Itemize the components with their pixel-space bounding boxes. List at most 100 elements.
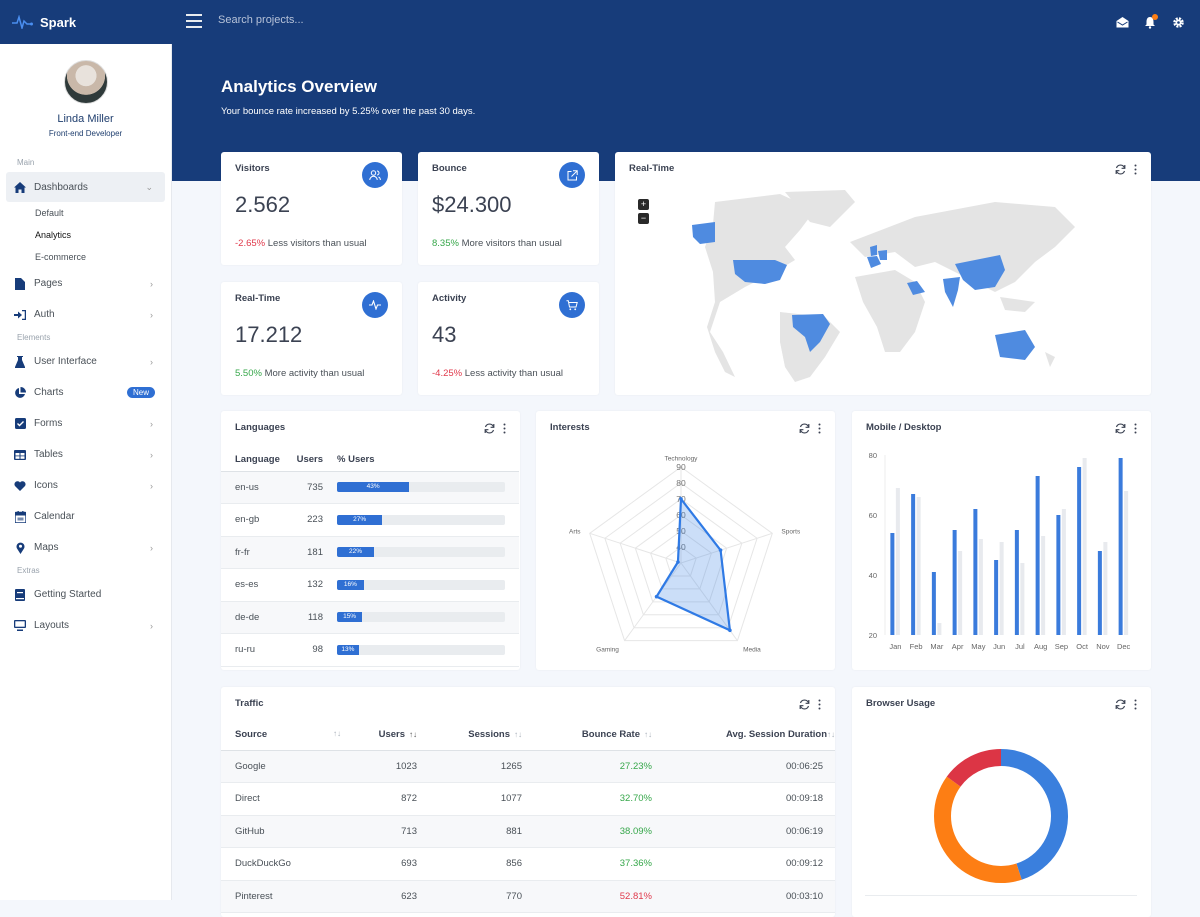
envelope-open-icon[interactable] bbox=[1108, 8, 1136, 36]
more-vertical-icon[interactable] bbox=[503, 423, 506, 434]
x-tick-label: Jul bbox=[1015, 642, 1025, 651]
menu-toggle-icon[interactable] bbox=[186, 14, 202, 28]
sidebar-item-label: Forms bbox=[34, 418, 63, 429]
donut-slice bbox=[946, 749, 1001, 787]
top-navbar: Spark bbox=[0, 0, 1200, 44]
france-shape bbox=[867, 256, 881, 268]
card-title: Traffic bbox=[235, 698, 264, 709]
sidebar-item-forms[interactable]: Forms › bbox=[0, 408, 171, 439]
table-row[interactable]: DuckDuckGo 693 856 37.36% 00:09:12 bbox=[221, 847, 835, 881]
search-input[interactable] bbox=[218, 14, 418, 26]
sidebar-item-icons[interactable]: Icons › bbox=[0, 470, 171, 501]
progress-fill: 13% bbox=[337, 644, 359, 655]
column-header-avg-session-duration[interactable]: Avg. Session Duration↑↓ bbox=[666, 720, 835, 751]
table-row[interactable]: ru-ru 98 13% bbox=[221, 633, 519, 667]
bar-desktop bbox=[999, 542, 1004, 635]
sort-icon[interactable]: ↑↓ bbox=[644, 730, 652, 739]
sidebar-item-label: Pages bbox=[34, 278, 63, 289]
table-row[interactable]: Google 1023 1265 27.23% 00:06:25 bbox=[221, 750, 835, 783]
section-extras: Extras bbox=[17, 566, 40, 575]
column-header-users[interactable]: Users ↑↓ bbox=[351, 720, 431, 751]
column-header-sessions[interactable]: Sessions ↑↓ bbox=[431, 720, 536, 751]
column-header: % Users bbox=[323, 449, 519, 472]
progress-bar: 13% bbox=[337, 644, 505, 655]
bounce-rate-cell: 38.09% bbox=[536, 815, 666, 848]
progress-bar: 15% bbox=[337, 612, 505, 623]
sign-in-icon bbox=[14, 309, 26, 321]
source-cell: Google bbox=[221, 750, 351, 783]
bounce-rate-cell: 52.81% bbox=[536, 880, 666, 913]
column-header-bounce-rate[interactable]: Bounce Rate ↑↓ bbox=[536, 720, 666, 751]
sidebar-item-dashboards[interactable]: Dashboards ⌄ bbox=[6, 172, 165, 202]
refresh-icon[interactable] bbox=[484, 423, 495, 434]
section-main: Main bbox=[17, 158, 35, 167]
sidebar-subitem-ecommerce[interactable]: E-commerce bbox=[0, 246, 171, 268]
more-vertical-icon[interactable] bbox=[818, 699, 821, 710]
bar-desktop bbox=[1082, 458, 1087, 635]
sidebar-item-label: Getting Started bbox=[34, 589, 102, 600]
sidebar-item-label: Calendar bbox=[34, 511, 75, 522]
sidebar-item-charts[interactable]: Charts New bbox=[0, 377, 171, 408]
browser-usage-card: Browser Usage bbox=[852, 687, 1151, 917]
sidebar-item-tables[interactable]: Tables › bbox=[0, 439, 171, 470]
sort-icon[interactable]: ↑↓ bbox=[514, 730, 522, 739]
percent-cell: 16% bbox=[323, 568, 519, 602]
card-title: Languages bbox=[235, 422, 286, 433]
notification-dot bbox=[1152, 14, 1158, 20]
x-tick-label: Jun bbox=[993, 642, 1005, 651]
table-row[interactable]: Pinterest 623 770 52.81% 00:03:10 bbox=[221, 880, 835, 913]
bar-desktop bbox=[1041, 536, 1046, 635]
bar-desktop bbox=[1061, 509, 1066, 635]
source-cell: DuckDuckGo bbox=[221, 847, 351, 881]
progress-bar: 22% bbox=[337, 547, 505, 558]
world-map[interactable] bbox=[615, 152, 1151, 395]
sort-icon[interactable]: ↑↓ bbox=[409, 730, 417, 739]
radar-data-point bbox=[654, 594, 659, 599]
sort-icon[interactable]: ↑↓ bbox=[827, 730, 835, 739]
radar-spoke bbox=[589, 532, 682, 564]
refresh-icon[interactable] bbox=[799, 699, 810, 710]
progress-fill: 16% bbox=[337, 579, 364, 590]
table-row[interactable]: en-gb 223 27% bbox=[221, 503, 519, 537]
sidebar-subitem-analytics[interactable]: Analytics bbox=[0, 224, 171, 246]
sidebar-item-calendar[interactable]: Calendar bbox=[0, 501, 171, 532]
sort-icon[interactable]: ↑↓ bbox=[333, 729, 341, 738]
alaska-shape bbox=[692, 222, 715, 244]
avatar[interactable] bbox=[63, 60, 108, 104]
australia-shape bbox=[995, 330, 1035, 360]
chevron-right-icon: › bbox=[150, 309, 153, 320]
interests-radar-chart: TechnologySportsMediaGamingArts405060708… bbox=[569, 455, 801, 653]
sidebar-item-maps[interactable]: Maps › bbox=[0, 532, 171, 563]
sidebar-subitem-default[interactable]: Default bbox=[0, 202, 171, 224]
table-row[interactable]: fr-fr 181 22% bbox=[221, 536, 519, 569]
brand[interactable]: Spark bbox=[0, 0, 172, 44]
bell-icon[interactable] bbox=[1136, 8, 1164, 36]
sidebar-item-layouts[interactable]: Layouts › bbox=[0, 610, 171, 641]
stat-title: Real-Time bbox=[235, 293, 281, 304]
radar-data-point bbox=[679, 497, 683, 501]
table-row[interactable]: es-es 132 16% bbox=[221, 568, 519, 602]
sidebar-item-auth[interactable]: Auth › bbox=[0, 299, 171, 330]
progress-bar: 27% bbox=[337, 514, 505, 525]
table-icon bbox=[14, 449, 26, 461]
duration-cell: 00:09:18 bbox=[666, 782, 835, 816]
interests-card: Interests Technology Sports Media Gaming Art… bbox=[536, 411, 835, 670]
header-label: Sessions bbox=[468, 729, 510, 741]
table-row[interactable]: de-de 118 15% bbox=[221, 601, 519, 634]
gear-icon[interactable] bbox=[1164, 8, 1192, 36]
sidebar-item-user-interface[interactable]: User Interface › bbox=[0, 346, 171, 377]
table-row[interactable]: GitHub 713 881 38.09% 00:06:19 bbox=[221, 815, 835, 848]
column-header-source[interactable]: Source ↑↓ bbox=[221, 720, 351, 751]
bar-desktop bbox=[937, 623, 942, 635]
users-icon bbox=[362, 162, 388, 188]
table-row[interactable]: en-us 735 43% bbox=[221, 471, 519, 504]
sidebar-item-pages[interactable]: Pages › bbox=[0, 268, 171, 299]
new-zealand-shape bbox=[1045, 352, 1055, 367]
sidebar-item-getting-started[interactable]: Getting Started bbox=[0, 579, 171, 610]
pulse-logo-icon bbox=[12, 15, 33, 29]
sidebar-item-label: Layouts bbox=[34, 620, 70, 631]
table-row[interactable]: Direct 872 1077 32.70% 00:09:18 bbox=[221, 782, 835, 816]
divider bbox=[865, 895, 1137, 896]
radar-axis-label: Arts bbox=[569, 528, 581, 535]
users-cell: 181 bbox=[293, 536, 323, 569]
